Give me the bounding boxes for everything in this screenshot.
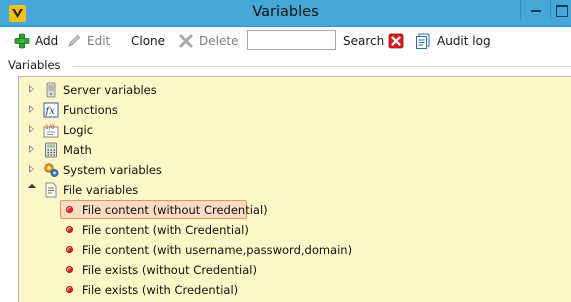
- tree-node-label: Server variables: [63, 83, 157, 97]
- svg-text:1/0: 1/0: [45, 124, 55, 131]
- tree-leaf-label: File content (with username,password,dom…: [82, 243, 353, 257]
- title-bar[interactable]: Variables: [0, 0, 571, 27]
- clone-button[interactable]: Clone: [131, 31, 165, 51]
- tree-node-system-variables[interactable]: System variables: [19, 160, 571, 179]
- tree-leaf-file-content-with-credential[interactable]: File content (with Credential): [19, 220, 571, 239]
- minimize-button[interactable]: [520, 0, 550, 20]
- variables-tree[interactable]: Server variables fx Functions 1/0 Logic …: [18, 76, 571, 302]
- expand-arrow-icon[interactable]: [28, 165, 36, 174]
- tree-leaf-label: File content (with Credential): [82, 223, 249, 237]
- maximize-button[interactable]: [550, 0, 571, 20]
- function-icon: fx: [43, 102, 59, 118]
- file-icon: [45, 182, 57, 198]
- tree-node-logic[interactable]: 1/0 Logic: [19, 120, 571, 139]
- expand-arrow-icon[interactable]: [28, 145, 36, 154]
- tree-leaf-file-content-without-credential[interactable]: File content (without Credential): [19, 200, 571, 219]
- delete-label: Delete: [199, 34, 239, 48]
- red-dot-icon: [66, 286, 73, 293]
- group-divider: [73, 66, 571, 67]
- add-button[interactable]: Add: [14, 31, 58, 51]
- tree-node-functions[interactable]: fx Functions: [19, 100, 571, 119]
- tree-node-label: Functions: [63, 103, 118, 117]
- search-input[interactable]: [247, 30, 336, 50]
- gears-icon: [44, 163, 59, 177]
- red-dot-icon: [66, 246, 73, 253]
- tree-node-file-variables[interactable]: File variables: [19, 180, 571, 199]
- red-dot-icon: [66, 206, 73, 213]
- tree-node-server-variables[interactable]: Server variables: [19, 80, 571, 99]
- add-label: Add: [35, 34, 59, 48]
- clone-label: Clone: [131, 34, 166, 48]
- audit-log-icon: [416, 33, 430, 49]
- collapse-arrow-icon[interactable]: [29, 184, 37, 193]
- expand-arrow-icon[interactable]: [28, 85, 36, 94]
- tree-leaf-label: File exists (without Credential): [82, 263, 257, 277]
- audit-log-label: Audit log: [437, 34, 491, 48]
- edit-button[interactable]: Edit: [66, 31, 110, 51]
- tree-node-label: System variables: [63, 163, 162, 177]
- audit-log-button[interactable]: Audit log: [415, 31, 491, 51]
- plus-icon: [14, 33, 30, 49]
- tree-leaf-file-exists-with-credential[interactable]: File exists (with Credential): [19, 280, 571, 299]
- tree-leaf-file-exists-without-credential[interactable]: File exists (without Credential): [19, 260, 571, 279]
- logic-icon: 1/0: [43, 124, 59, 138]
- tree-node-label: File variables: [63, 183, 139, 197]
- tree-node-math[interactable]: Math: [19, 140, 571, 159]
- clear-red-x-icon: [388, 33, 404, 49]
- server-icon: [46, 82, 56, 98]
- tree-leaf-file-content-with-username[interactable]: File content (with username,password,dom…: [19, 240, 571, 259]
- tree-node-label: Logic: [63, 123, 94, 137]
- tree-leaf-label: File exists (with Credential): [82, 283, 239, 297]
- calculator-icon: [45, 142, 57, 158]
- svg-text:fx: fx: [45, 106, 56, 117]
- delete-button[interactable]: Delete: [178, 31, 238, 51]
- clear-search-button[interactable]: [388, 31, 404, 51]
- expand-arrow-icon[interactable]: [28, 125, 36, 134]
- expand-arrow-icon[interactable]: [28, 105, 36, 114]
- search-button[interactable]: Search: [343, 31, 384, 51]
- delete-x-icon: [179, 34, 193, 48]
- tree-leaf-label: File content (without Credential): [82, 203, 268, 217]
- red-dot-icon: [66, 226, 73, 233]
- tree-node-label: Math: [63, 143, 92, 157]
- search-label: Search: [343, 34, 385, 48]
- pencil-icon: [68, 34, 81, 47]
- group-title: Variables: [8, 58, 61, 72]
- window-title: Variables: [252, 4, 319, 20]
- red-dot-icon: [66, 266, 73, 273]
- edit-label: Edit: [87, 34, 111, 48]
